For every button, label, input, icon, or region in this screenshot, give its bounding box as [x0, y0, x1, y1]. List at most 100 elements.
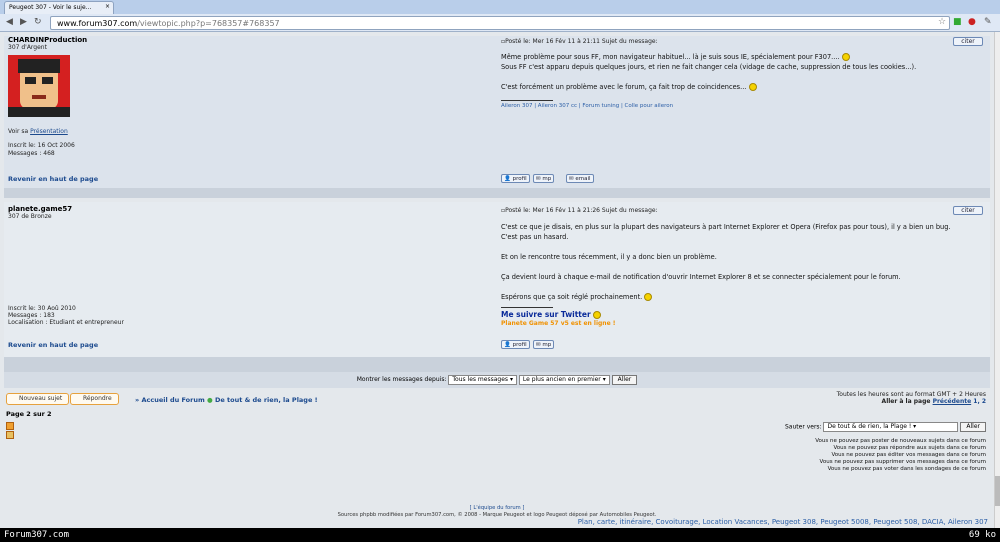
- post1-body: Même problème pour sous FF, mon navigate…: [501, 52, 981, 92]
- star-icon[interactable]: ☆: [938, 17, 946, 27]
- order-select[interactable]: Le plus ancien en premier ▾: [518, 374, 610, 385]
- post1-email-button[interactable]: ✉ email: [566, 174, 594, 183]
- page-of: Page 2 sur 2: [6, 410, 52, 418]
- twitter-link[interactable]: Me suivre sur Twitter: [501, 310, 602, 319]
- pagination: Aller à la page Précédente 1, 2: [882, 398, 986, 405]
- breadcrumb-dot-icon: ●: [207, 396, 213, 404]
- adblock-icon[interactable]: ●: [968, 17, 976, 27]
- signature-divider: [501, 100, 553, 101]
- breadcrumb-forum[interactable]: De tout & de rien, la Plage !: [215, 396, 318, 404]
- post2-line-2: C'est pas un hasard.: [501, 233, 569, 241]
- post2-back-to-top[interactable]: Revenir en haut de page: [8, 341, 98, 349]
- post2-line-5: [501, 262, 986, 272]
- jump-select[interactable]: De tout & de rien, la Plage ! ▾: [823, 422, 959, 432]
- team-link[interactable]: [ L'équipe du forum ]: [4, 505, 990, 511]
- smiley-icon: [841, 53, 850, 61]
- breadcrumb: » Accueil du Forum ● De tout & de rien, …: [135, 396, 318, 404]
- post1-messages: Messages : 468: [8, 150, 55, 157]
- permission-item: Vous ne pouvez pas voter dans les sondag…: [827, 466, 986, 472]
- post1-profile-button[interactable]: 👤 profil: [501, 174, 530, 183]
- post1-line-1: Même problème pour sous FF, mon navigate…: [501, 52, 981, 62]
- post2-line-3: [501, 242, 986, 252]
- status-bar: Forum307.com 69 ko: [0, 528, 1000, 542]
- post2-pm-button[interactable]: ✉ mp: [533, 340, 555, 349]
- jump-to-bar: Sauter vers: De tout & de rien, la Plage…: [785, 422, 987, 432]
- permission-item: Vous ne pouvez pas poster de nouveaux su…: [815, 438, 986, 444]
- page-numbers[interactable]: 1, 2: [973, 398, 986, 405]
- post1-pm-button[interactable]: ✉ mp: [533, 174, 555, 183]
- game-link[interactable]: Planete Game 57 v5 est en ligne !: [501, 320, 615, 327]
- permission-item: Vous ne pouvez pas répondre aux sujets d…: [833, 445, 986, 451]
- reload-icon[interactable]: ↻: [34, 17, 42, 27]
- close-tab-icon[interactable]: ×: [105, 3, 110, 10]
- address-bar[interactable]: www.forum307.com/viewtopic.php?p=768357#…: [50, 16, 950, 30]
- post1-back-to-top[interactable]: Revenir en haut de page: [8, 175, 98, 183]
- status-right: 69 ko: [968, 530, 996, 540]
- url-domain: www.forum307.com: [57, 19, 138, 28]
- signature-divider: [501, 307, 553, 308]
- forum-page: CHARDINProduction 307 d'Argent Voir sa P…: [0, 32, 994, 528]
- footer-links[interactable]: Plan, carte, itinéraire, Covoiturage, Lo…: [578, 518, 988, 526]
- post2-line-4: Et on le rencontre tous récemment, il y …: [501, 253, 717, 261]
- new-topic-button[interactable]: Nouveau sujet: [6, 393, 70, 405]
- goto-page-label: Aller à la page: [881, 398, 931, 405]
- post1-line-4: C'est forcément un problème avec le foru…: [501, 82, 981, 92]
- post2-meta: ▫Posté le: Mer 16 Fév 11 à 21:26 Sujet d…: [501, 207, 658, 214]
- post-separator: [4, 357, 990, 372]
- prev-page-link[interactable]: Précédente: [933, 398, 972, 405]
- display-label: Montrer les messages depuis:: [356, 376, 447, 383]
- forward-icon[interactable]: ▶: [20, 17, 27, 27]
- printer-icon[interactable]: [6, 431, 14, 439]
- jump-go-button[interactable]: Aller: [960, 422, 987, 432]
- post1-meta-text: Posté le: Mer 16 Fév 11 à 21:11 Sujet du…: [505, 38, 658, 45]
- extension-icon[interactable]: ■: [953, 17, 962, 27]
- post2-meta-text: Posté le: Mer 16 Fév 11 à 21:26 Sujet du…: [505, 207, 658, 214]
- post1-meta: ▫Posté le: Mer 16 Fév 11 à 21:11 Sujet d…: [501, 38, 658, 45]
- url-path: /viewtopic.php?p=768357#768357: [137, 19, 280, 28]
- messages-since-select[interactable]: Tous les messages ▾: [448, 374, 517, 385]
- post1-quote-button[interactable]: citer: [953, 37, 983, 46]
- quote-label: citer: [961, 207, 975, 214]
- scrollbar[interactable]: [994, 32, 1000, 528]
- permission-item: Vous ne pouvez pas supprimer vos message…: [819, 459, 986, 465]
- post2-rank: 307 de Bronze: [8, 213, 52, 220]
- presentation-link[interactable]: Présentation: [30, 128, 68, 135]
- post1-signature[interactable]: Aileron 307 | Aileron 307 cc | Forum tun…: [501, 103, 673, 109]
- browser-chrome: Peugeot 307 - Voir le suje... × ◀ ▶ ↻ ww…: [0, 0, 1000, 32]
- breadcrumb-home[interactable]: » Accueil du Forum: [135, 396, 205, 404]
- smiley-icon: [644, 293, 653, 301]
- jump-label: Sauter vers:: [785, 423, 822, 431]
- post1-line-3: [501, 72, 981, 82]
- display-options-bar: Montrer les messages depuis: Tous les me…: [4, 372, 990, 388]
- post2-username[interactable]: planete.game57: [8, 205, 72, 213]
- post2-location: Localisation : Etudiant et entrepreneur: [8, 319, 124, 326]
- scrollbar-thumb[interactable]: [995, 476, 1000, 506]
- see-label: Voir sa: [8, 128, 29, 135]
- tab-title: Peugeot 307 - Voir le suje...: [9, 4, 92, 11]
- post2-line-6: Ça devient lourd à chaque e-mail de noti…: [501, 273, 901, 281]
- toolbar: ◀ ▶ ↻ www.forum307.com/viewtopic.php?p=7…: [0, 14, 1000, 32]
- rss-icon[interactable]: [6, 422, 14, 430]
- reply-button[interactable]: Répondre: [70, 393, 119, 405]
- post2-line-7: [501, 282, 986, 292]
- permissions-list: Vous ne pouvez pas poster de nouveaux su…: [815, 438, 986, 473]
- post-separator: [4, 188, 990, 198]
- browser-tab[interactable]: Peugeot 307 - Voir le suje... ×: [4, 1, 114, 14]
- post1-line-2: Sous FF c'est apparu depuis quelques jou…: [501, 63, 917, 71]
- post1-username[interactable]: CHARDINProduction: [8, 36, 87, 44]
- post1-see-presentation: Voir sa Présentation: [8, 128, 68, 136]
- post2-profile-button[interactable]: 👤 profil: [501, 340, 530, 349]
- quote-label: citer: [961, 38, 975, 45]
- smiley-icon: [748, 83, 757, 91]
- back-icon[interactable]: ◀: [6, 17, 13, 27]
- display-go-button[interactable]: Aller: [611, 374, 638, 385]
- timezone-note: Toutes les heures sont au format GMT + 2…: [836, 391, 986, 398]
- post1-avatar: [8, 55, 70, 117]
- wrench-icon[interactable]: ✎: [984, 17, 992, 27]
- permission-item: Vous ne pouvez pas éditer vos messages d…: [831, 452, 986, 458]
- post2-quote-button[interactable]: citer: [953, 206, 983, 215]
- post2-line-1: C'est ce que je disais, en plus sur la p…: [501, 223, 951, 231]
- post1-rank: 307 d'Argent: [8, 44, 47, 51]
- smiley-icon: [593, 311, 602, 319]
- avatar-face-icon: [8, 55, 70, 117]
